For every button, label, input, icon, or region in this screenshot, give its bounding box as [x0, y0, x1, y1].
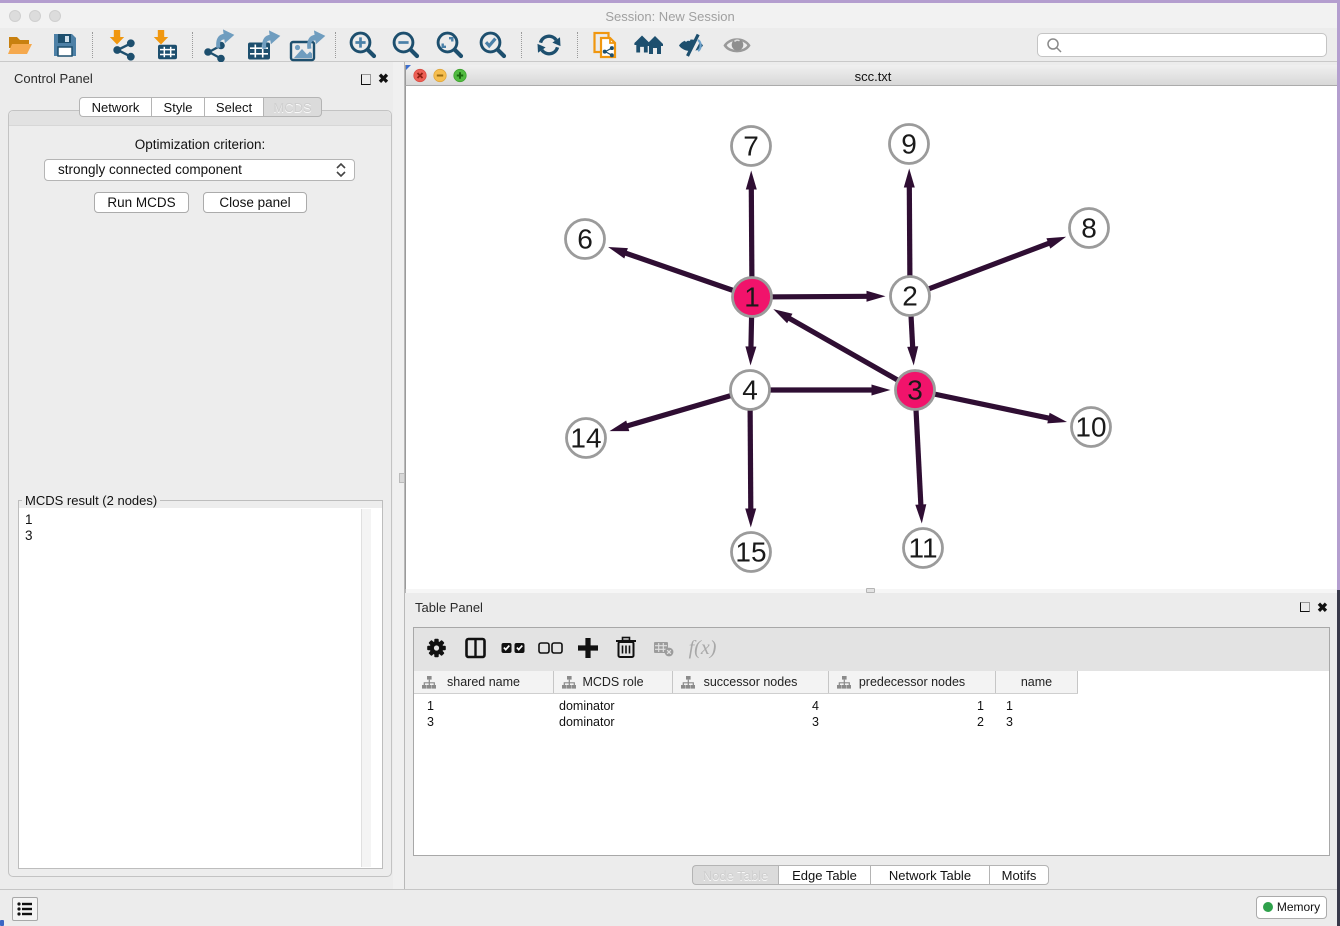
svg-text:1: 1 [744, 282, 760, 313]
svg-text:2: 2 [902, 281, 918, 312]
svg-text:6: 6 [577, 224, 593, 255]
svg-text:3: 3 [907, 375, 923, 406]
svg-text:9: 9 [901, 129, 917, 160]
svg-text:f(x): f(x) [689, 637, 717, 659]
svg-text:8: 8 [1081, 213, 1097, 244]
svg-text:14: 14 [570, 423, 601, 454]
svg-text:7: 7 [743, 131, 759, 162]
svg-text:11: 11 [908, 533, 937, 564]
svg-text:10: 10 [1075, 412, 1106, 443]
svg-text:4: 4 [742, 375, 758, 406]
svg-text:15: 15 [735, 537, 766, 568]
